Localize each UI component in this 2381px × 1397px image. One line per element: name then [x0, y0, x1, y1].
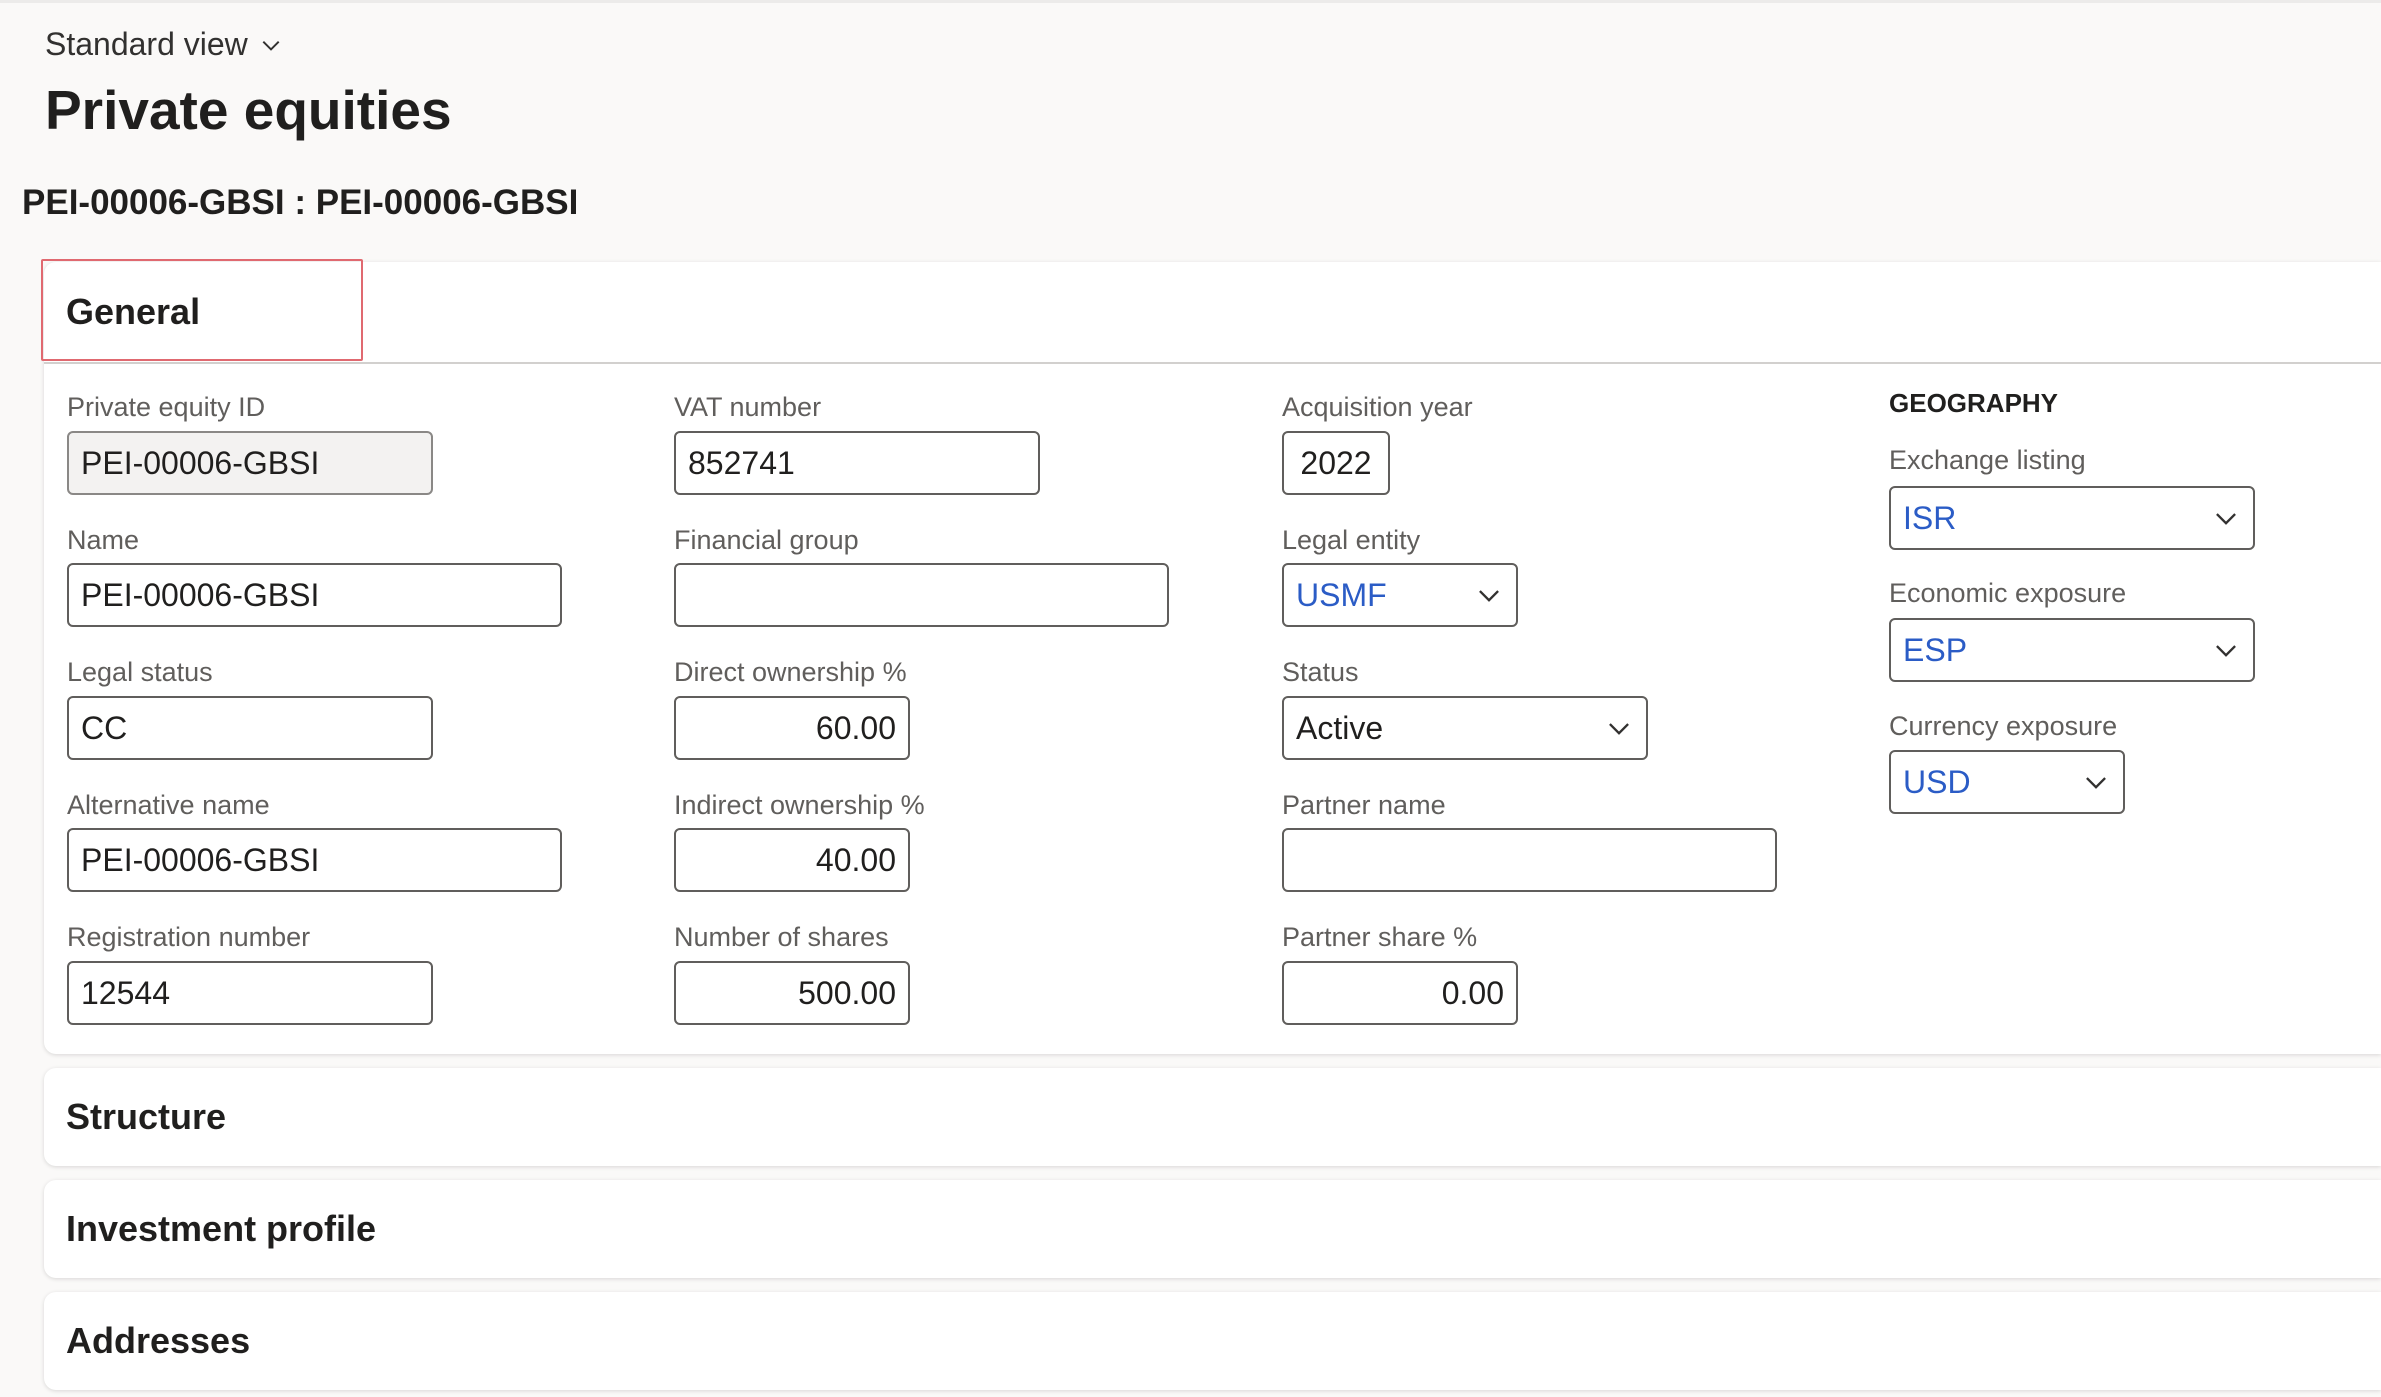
currency-exposure-value: USD	[1903, 763, 1971, 800]
chevron-down-icon[interactable]	[2213, 637, 2239, 663]
partner-share-label: Partner share %	[1282, 922, 1478, 952]
view-selector[interactable]: Standard view	[45, 26, 282, 63]
fasttab-investment-profile: Investment profile	[44, 1180, 2381, 1278]
number-of-shares-label: Number of shares	[674, 922, 889, 952]
fasttab-structure-title: Structure	[66, 1096, 227, 1137]
fasttab-investment-profile-title: Investment profile	[66, 1208, 377, 1249]
vat-number-value: 852741	[688, 444, 795, 481]
chevron-down-icon[interactable]	[1606, 715, 1632, 741]
financial-group-field[interactable]	[674, 563, 1169, 627]
indirect-ownership-value: 40.00	[815, 841, 896, 878]
acquisition-year-field[interactable]: 2022	[1282, 431, 1390, 495]
exchange-listing-lookup[interactable]: ISR	[1889, 486, 2255, 550]
registration-number-label: Registration number	[67, 922, 311, 952]
fasttab-addresses: Addresses	[44, 1292, 2381, 1390]
financial-group-label: Financial group	[674, 525, 859, 555]
record-title: PEI-00006-GBSI : PEI-00006-GBSI	[22, 183, 579, 222]
private-equity-id-field[interactable]: PEI-00006-GBSI	[67, 431, 433, 495]
fasttab-structure: Structure	[44, 1068, 2381, 1166]
fasttab-investment-profile-header[interactable]: Investment profile	[44, 1180, 2381, 1278]
legal-status-field[interactable]: CC	[67, 696, 433, 760]
page-title: Private equities	[45, 79, 452, 141]
number-of-shares-value: 500.00	[798, 974, 896, 1011]
direct-ownership-value: 60.00	[815, 709, 896, 746]
partner-share-value: 0.00	[1441, 974, 1504, 1011]
chevron-down-icon[interactable]	[2083, 769, 2109, 795]
partner-name-label: Partner name	[1282, 790, 1446, 820]
name-value: PEI-00006-GBSI	[81, 576, 320, 613]
fasttab-general: General Private equity ID PEI-00006-GBSI…	[41, 259, 2381, 1054]
name-field[interactable]: PEI-00006-GBSI	[67, 563, 562, 627]
acquisition-year-label: Acquisition year	[1282, 392, 1473, 422]
fasttab-general-header[interactable]: General	[44, 262, 2381, 364]
fasttab-structure-header[interactable]: Structure	[44, 1068, 2381, 1166]
direct-ownership-field[interactable]: 60.00	[674, 696, 910, 760]
fasttab-general-title: General	[66, 291, 201, 332]
exchange-listing-value: ISR	[1903, 499, 1957, 536]
geography-heading: GEOGRAPHY	[1889, 388, 2059, 418]
alternative-name-value: PEI-00006-GBSI	[81, 841, 320, 878]
fasttab-addresses-title: Addresses	[66, 1320, 251, 1361]
private-equity-id-label: Private equity ID	[67, 392, 266, 422]
legal-status-label: Legal status	[67, 657, 213, 687]
direct-ownership-label: Direct ownership %	[674, 657, 907, 687]
status-select[interactable]: Active	[1282, 696, 1648, 760]
partner-share-field[interactable]: 0.00	[1282, 961, 1518, 1025]
registration-number-value: 12544	[81, 974, 170, 1011]
vat-number-label: VAT number	[674, 392, 822, 422]
top-border	[0, 0, 2381, 3]
number-of-shares-field[interactable]: 500.00	[674, 961, 910, 1025]
chevron-down-icon[interactable]	[1476, 582, 1502, 608]
acquisition-year-value: 2022	[1300, 444, 1372, 481]
currency-exposure-label: Currency exposure	[1889, 711, 2118, 741]
alternative-name-label: Alternative name	[67, 790, 270, 820]
legal-entity-label: Legal entity	[1282, 525, 1421, 555]
economic-exposure-value: ESP	[1903, 631, 1968, 668]
private-equity-id-value: PEI-00006-GBSI	[81, 444, 320, 481]
indirect-ownership-label: Indirect ownership %	[674, 790, 925, 820]
chevron-down-icon[interactable]	[2213, 505, 2239, 531]
status-label: Status	[1282, 657, 1359, 687]
fasttab-addresses-header[interactable]: Addresses	[44, 1292, 2381, 1390]
view-selector-label: Standard view	[45, 26, 248, 62]
economic-exposure-lookup[interactable]: ESP	[1889, 618, 2255, 682]
registration-number-field[interactable]: 12544	[67, 961, 433, 1025]
economic-exposure-label: Economic exposure	[1889, 578, 2127, 608]
status-value: Active	[1296, 709, 1384, 746]
name-label: Name	[67, 525, 140, 555]
legal-entity-value: USMF	[1296, 576, 1387, 613]
indirect-ownership-field[interactable]: 40.00	[674, 828, 910, 892]
legal-status-value: CC	[81, 709, 128, 746]
partner-name-field[interactable]	[1282, 828, 1777, 892]
chevron-down-icon	[262, 40, 280, 51]
legal-entity-lookup[interactable]: USMF	[1282, 563, 1518, 627]
vat-number-field[interactable]: 852741	[674, 431, 1040, 495]
currency-exposure-lookup[interactable]: USD	[1889, 750, 2125, 814]
exchange-listing-label: Exchange listing	[1889, 445, 2086, 475]
alternative-name-field[interactable]: PEI-00006-GBSI	[67, 828, 562, 892]
